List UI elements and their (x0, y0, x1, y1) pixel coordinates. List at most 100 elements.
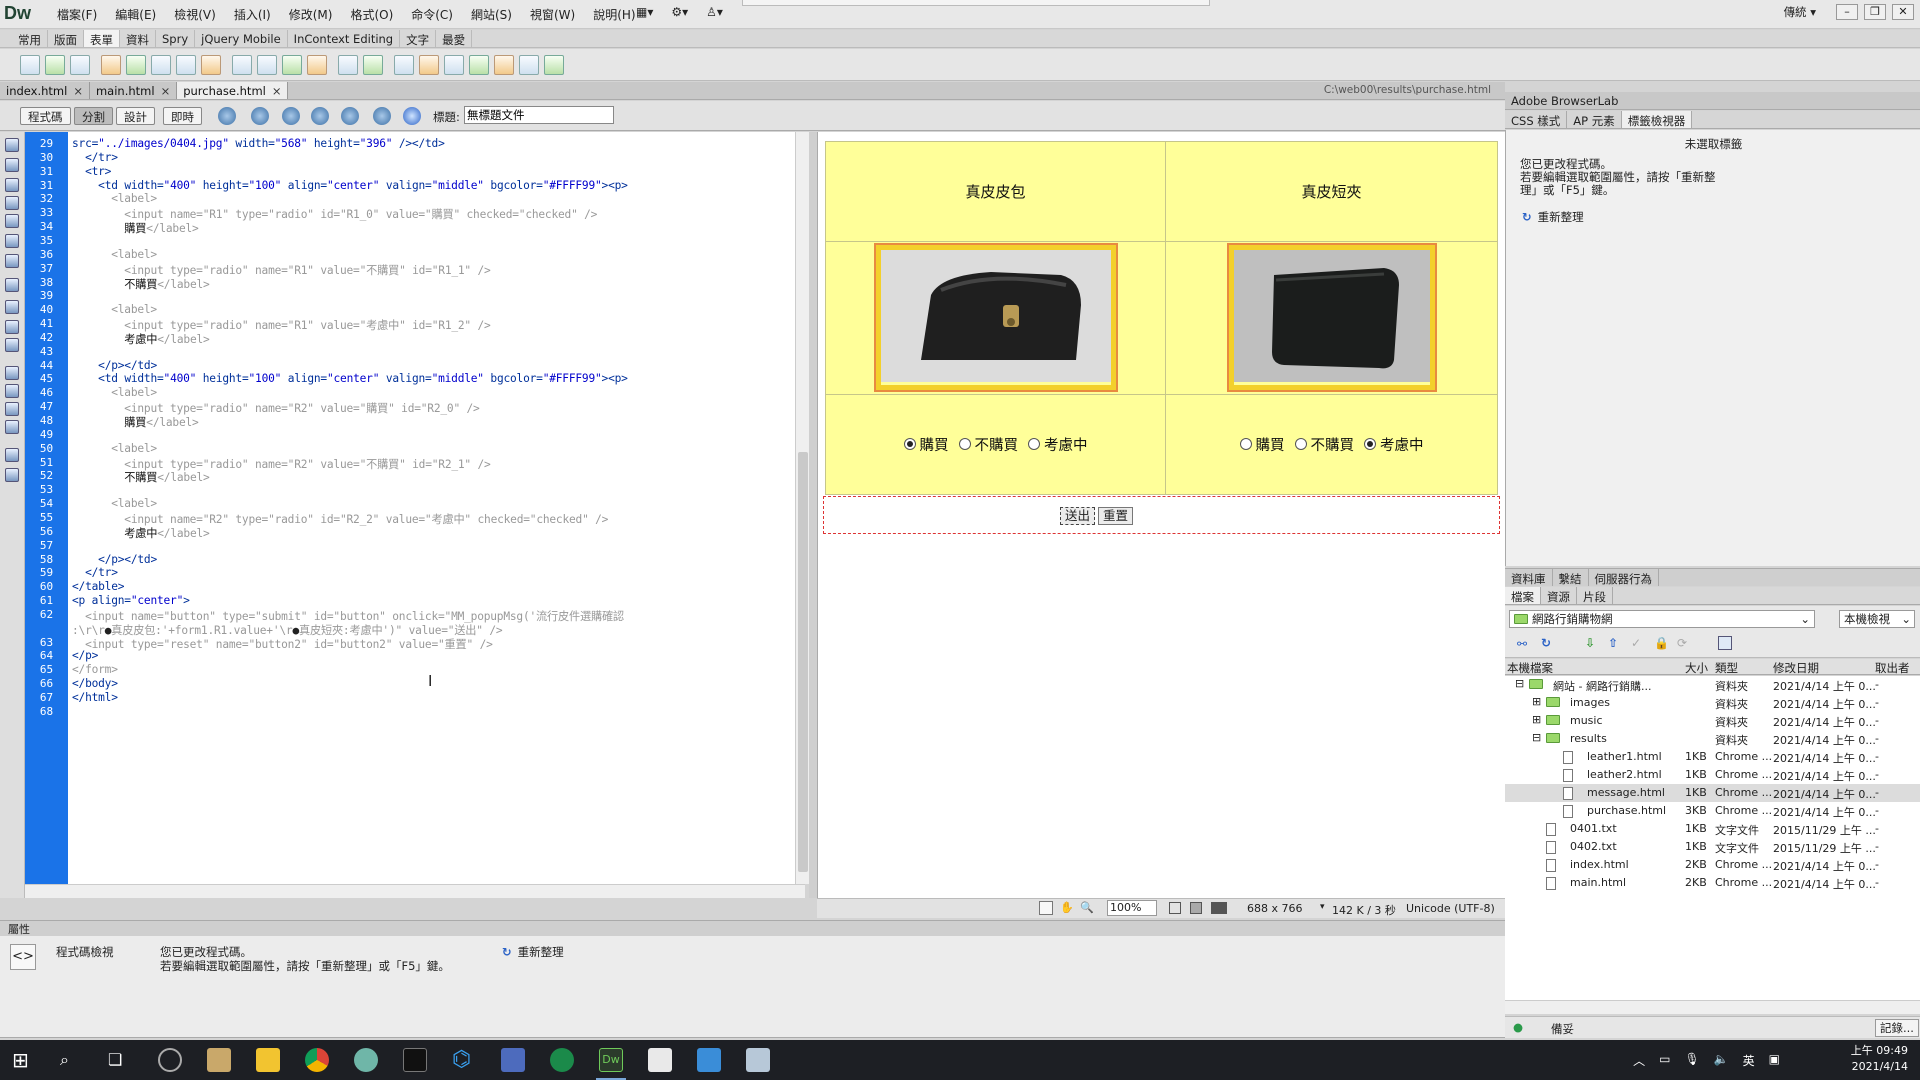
open-documents-icon[interactable] (5, 138, 19, 152)
tag-refresh-button[interactable]: ↻ 重新整理 (1522, 209, 1584, 225)
move-css-icon[interactable] (5, 402, 19, 416)
app-icon-2[interactable] (207, 1048, 231, 1072)
format-source-icon[interactable] (5, 468, 19, 482)
radio-button[interactable] (1028, 438, 1040, 451)
insert-tab[interactable]: jQuery Mobile (195, 30, 288, 47)
hand-tool-icon[interactable]: ✋ (1060, 901, 1074, 914)
column-header[interactable]: 大小 (1685, 660, 1708, 676)
live-code-icon[interactable] (218, 107, 236, 125)
outdent-icon[interactable] (5, 448, 19, 462)
refresh-icon[interactable] (403, 107, 421, 125)
radio-option[interactable]: 購買 (903, 434, 949, 455)
menu-tool-dropdown[interactable]: ⚙▾ (671, 5, 688, 19)
leather-bag-image[interactable] (875, 245, 1116, 391)
leather-wallet-image[interactable] (1228, 245, 1435, 391)
close-icon[interactable]: × (161, 84, 171, 99)
dreamweaver-icon[interactable]: Dw (599, 1048, 623, 1072)
preview-debug-icon[interactable] (311, 107, 329, 125)
browser-preview-icon[interactable] (251, 107, 269, 125)
radio-button[interactable] (1364, 438, 1376, 451)
connect-icon[interactable]: ⚯ (1517, 637, 1527, 651)
window-size[interactable]: 688 x 766 (1247, 902, 1303, 915)
design-view-button[interactable]: 設計 (116, 107, 155, 125)
radio-group-icon[interactable] (201, 54, 221, 75)
spry-textarea-icon[interactable] (444, 54, 464, 75)
file-row[interactable]: leather2.html 1KB Chrome ... 2021/4/14 上午 0… (1505, 766, 1920, 784)
button-icon[interactable] (338, 54, 358, 75)
check-out-icon[interactable]: ✓ (1631, 636, 1641, 650)
app-icon-3[interactable] (354, 1048, 378, 1072)
zoom-tool-icon[interactable]: 🔍 (1080, 901, 1094, 914)
insert-tab[interactable]: 表單 (84, 30, 120, 47)
radio-option[interactable]: 不購買 (1294, 434, 1354, 455)
put-file-icon[interactable]: ⇧ (1608, 636, 1618, 650)
indent-icon[interactable] (5, 420, 19, 434)
form-icon[interactable] (20, 54, 40, 75)
panel-tab[interactable]: 繫結 (1553, 569, 1589, 586)
submit-button[interactable]: 送出 (1060, 507, 1096, 525)
app-icon-6[interactable] (746, 1048, 770, 1072)
view-select[interactable]: 本機檢視 ⌄ (1839, 610, 1915, 628)
file-row[interactable]: leather1.html 1KB Chrome ... 2021/4/14 上午 0… (1505, 748, 1920, 766)
chevron-up-icon[interactable]: ︿ (1633, 1052, 1645, 1069)
expand-toggle-icon[interactable]: ⊟ (1515, 677, 1524, 690)
close-icon[interactable]: × (73, 84, 83, 99)
tablet-size-icon[interactable] (1190, 902, 1202, 914)
panel-tab[interactable]: 片段 (1577, 587, 1613, 604)
network-icon[interactable]: ▭ (1659, 1052, 1670, 1069)
menu-item[interactable]: 格式(O) (341, 6, 402, 23)
insert-tab[interactable]: 最愛 (436, 30, 473, 47)
title-input[interactable] (464, 106, 614, 124)
expand-toggle-icon[interactable]: ⊞ (1532, 695, 1541, 708)
remove-comment-icon[interactable] (5, 338, 19, 352)
label-icon[interactable] (363, 54, 383, 75)
image-field-icon[interactable] (282, 54, 302, 75)
code-horizontal-scrollbar[interactable] (25, 884, 805, 898)
properties-header[interactable]: 屬性 (0, 920, 1505, 936)
file-row[interactable]: ⊟ 網站 - 網路行銷購... 資料夾 2021/4/14 上午 0... - (1505, 676, 1920, 694)
file-row[interactable]: message.html 1KB Chrome ... 2021/4/14 上午 0.… (1505, 784, 1920, 802)
file-row[interactable]: 0402.txt 1KB 文字文件 2015/11/29 上午 ... - (1505, 838, 1920, 856)
expand-icon[interactable] (1718, 636, 1732, 650)
layout-switcher[interactable]: 傳統 ▾ (1784, 4, 1816, 20)
insert-tab[interactable]: 常用 (12, 30, 48, 47)
apply-comment-icon[interactable] (5, 320, 19, 334)
file-row[interactable]: 0401.txt 1KB 文字文件 2015/11/29 上午 ... - (1505, 820, 1920, 838)
close-button[interactable]: ✕ (1892, 4, 1914, 20)
terminal-icon[interactable] (403, 1048, 427, 1072)
windows-start-icon[interactable]: ⊞ (12, 1048, 36, 1072)
panel-tab[interactable]: 檔案 (1505, 587, 1541, 604)
checkbox-icon[interactable] (126, 54, 146, 75)
column-header[interactable]: 取出者 (1875, 660, 1910, 676)
select-parent-tag-icon[interactable] (5, 214, 19, 228)
text-field-icon[interactable] (45, 54, 65, 75)
radio-button[interactable] (1294, 438, 1307, 451)
spry-select-icon[interactable] (469, 54, 489, 75)
app-icon-5[interactable] (697, 1048, 721, 1072)
reset-button[interactable]: 重置 (1098, 507, 1134, 525)
log-button[interactable]: 記錄... (1875, 1019, 1919, 1037)
insert-tab[interactable]: Spry (156, 30, 196, 47)
menu-item[interactable]: 檢視(V) (165, 6, 225, 23)
menu-tool-dropdown[interactable]: ▦▾ (636, 5, 653, 19)
tab-main-html[interactable]: main.html × (90, 82, 178, 99)
scroll-thumb[interactable] (798, 452, 808, 872)
expand-toggle-icon[interactable]: ⊞ (1532, 713, 1541, 726)
column-header[interactable]: 本機檔案 (1507, 660, 1553, 676)
minimize-button[interactable]: – (1836, 4, 1858, 20)
split-view-button[interactable]: 分割 (74, 107, 113, 125)
radio-button[interactable] (1239, 438, 1252, 451)
spry-validation-text-icon[interactable] (419, 54, 439, 75)
hidden-field-icon[interactable] (70, 54, 90, 75)
refresh-icon[interactable]: ↻ (1541, 636, 1551, 650)
wrap-tag-icon[interactable] (5, 366, 19, 380)
spry-password-icon[interactable] (519, 54, 539, 75)
sync-icon[interactable]: ⟳ (1677, 636, 1687, 650)
menu-item[interactable]: 網站(S) (462, 6, 521, 23)
code-vertical-scrollbar[interactable] (795, 132, 809, 884)
radio-option[interactable]: 考慮中 (1028, 434, 1088, 455)
insert-tab[interactable]: 文字 (400, 30, 437, 47)
file-row[interactable]: ⊞ images 資料夾 2021/4/14 上午 0... - (1505, 694, 1920, 712)
keyboard-icon[interactable]: ▣ (1769, 1052, 1780, 1069)
panel-tab[interactable]: 資源 (1541, 587, 1577, 604)
